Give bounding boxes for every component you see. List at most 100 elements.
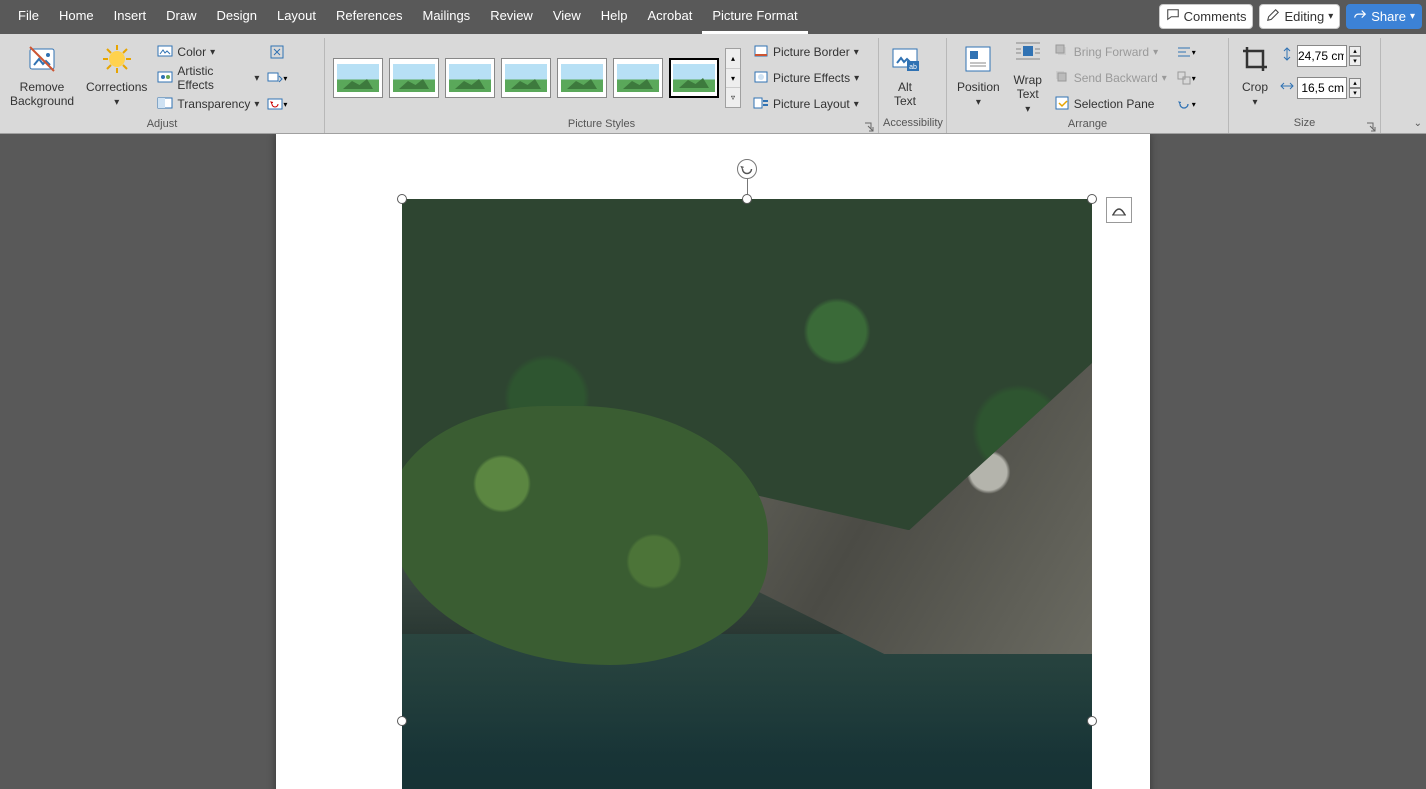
width-icon [1279, 78, 1295, 99]
compress-pictures-button[interactable] [265, 40, 289, 64]
picture-border-label: Picture Border [773, 45, 850, 59]
send-backward-icon [1054, 69, 1070, 88]
send-backward-button[interactable]: Send Backward ▾ [1052, 66, 1170, 90]
remove-background-label: Remove Background [10, 81, 74, 109]
align-button[interactable]: ▾ [1174, 40, 1198, 64]
picture-border-button[interactable]: Picture Border ▾ [751, 40, 867, 64]
handle-top-middle[interactable] [742, 194, 752, 204]
collapse-ribbon-button[interactable]: ⌄ [1414, 118, 1422, 129]
change-picture-button[interactable]: ▾ [265, 66, 289, 90]
rotation-handle[interactable] [737, 159, 757, 179]
corrections-icon [101, 43, 133, 79]
picture-style-6[interactable] [613, 58, 663, 98]
tab-home[interactable]: Home [49, 0, 104, 34]
picture-effects-button[interactable]: Picture Effects ▾ [751, 66, 867, 90]
chevron-down-icon: ▾ [210, 47, 215, 58]
group-label-picture-styles: Picture Styles [329, 118, 874, 132]
tab-design[interactable]: Design [207, 0, 267, 34]
transparency-button[interactable]: Transparency ▾ [155, 92, 261, 116]
transparency-icon [157, 95, 173, 114]
artistic-effects-label: Artistic Effects [177, 64, 250, 92]
group-label-adjust: Adjust [4, 118, 320, 132]
chevron-down-icon: ▾ [854, 73, 859, 84]
layout-options-icon [1110, 201, 1128, 219]
picture-style-1[interactable] [333, 58, 383, 98]
tab-layout[interactable]: Layout [267, 0, 326, 34]
chevron-down-icon: ▾ [1162, 73, 1167, 84]
tab-draw[interactable]: Draw [156, 0, 206, 34]
comments-button[interactable]: Comments [1159, 4, 1254, 29]
picture-style-4[interactable] [501, 58, 551, 98]
handle-middle-right[interactable] [1087, 716, 1097, 726]
tab-mailings[interactable]: Mailings [413, 0, 481, 34]
reset-picture-button[interactable]: ▾ [265, 92, 289, 116]
chevron-down-icon: ▾ [854, 47, 859, 58]
handle-top-right[interactable] [1087, 194, 1097, 204]
gallery-expand[interactable]: ▿ [726, 88, 740, 107]
width-up[interactable]: ▴ [1349, 78, 1361, 88]
gallery-scroll-up[interactable]: ▴ [726, 49, 740, 69]
picture-style-7[interactable] [669, 58, 719, 98]
corrections-button[interactable]: Corrections ▾ [80, 38, 153, 114]
crop-button[interactable]: Crop ▾ [1233, 38, 1277, 114]
remove-background-button[interactable]: Remove Background [4, 38, 80, 114]
shape-width-input[interactable] [1297, 77, 1347, 99]
handle-top-left[interactable] [397, 194, 407, 204]
group-picture-styles: ▴ ▾ ▿ Picture Border ▾ Picture Effects ▾ [325, 38, 879, 133]
chevron-down-icon: ▾ [1252, 97, 1257, 109]
tab-picture-format[interactable]: Picture Format [702, 0, 807, 34]
remove-background-icon [26, 43, 58, 79]
height-down[interactable]: ▾ [1349, 56, 1361, 66]
share-label: Share [1371, 9, 1406, 24]
comments-label: Comments [1184, 9, 1247, 24]
group-objects-button[interactable]: ▾ [1174, 66, 1198, 90]
group-adjust: Remove Background Corrections ▾ Color ▾ … [0, 38, 325, 133]
tab-acrobat[interactable]: Acrobat [638, 0, 703, 34]
picture-style-2[interactable] [389, 58, 439, 98]
tab-file[interactable]: File [8, 0, 49, 34]
alt-text-button[interactable]: ab Alt Text [883, 38, 927, 114]
height-up[interactable]: ▴ [1349, 46, 1361, 56]
chevron-down-icon: ▾ [1192, 74, 1196, 83]
tab-view[interactable]: View [543, 0, 591, 34]
size-dialog-launcher[interactable] [1366, 119, 1378, 131]
group-arrange: Position ▾ Wrap Text ▾ Bring Forward ▾ S… [947, 38, 1229, 133]
selected-picture[interactable] [402, 199, 1092, 789]
picture-style-5[interactable] [557, 58, 607, 98]
picture-styles-dialog-launcher[interactable] [864, 119, 876, 131]
selection-pane-button[interactable]: Selection Pane [1052, 92, 1170, 116]
tab-references[interactable]: References [326, 0, 412, 34]
share-button[interactable]: Share ▾ [1346, 4, 1422, 29]
gallery-scroll: ▴ ▾ ▿ [725, 48, 741, 108]
bring-forward-button[interactable]: Bring Forward ▾ [1052, 40, 1170, 64]
tab-review[interactable]: Review [480, 0, 543, 34]
picture-style-3[interactable] [445, 58, 495, 98]
wrap-text-button[interactable]: Wrap Text ▾ [1006, 38, 1050, 114]
layout-options-button[interactable] [1106, 197, 1132, 223]
document-page[interactable] [276, 134, 1150, 789]
color-button[interactable]: Color ▾ [155, 40, 261, 64]
corrections-label: Corrections [86, 81, 147, 95]
chevron-down-icon: ▾ [1328, 11, 1333, 22]
width-input-row: ▴▾ [1279, 76, 1361, 100]
rotate-icon [738, 160, 756, 178]
rotate-button[interactable]: ▾ [1174, 92, 1198, 116]
picture-content [402, 199, 1092, 789]
position-button[interactable]: Position ▾ [951, 38, 1006, 114]
width-down[interactable]: ▾ [1349, 88, 1361, 98]
wrap-text-icon [1012, 37, 1044, 73]
tab-help[interactable]: Help [591, 0, 638, 34]
editing-mode-button[interactable]: Editing ▾ [1259, 4, 1340, 29]
shape-height-input[interactable] [1297, 45, 1347, 67]
chevron-down-icon: ▾ [283, 74, 287, 83]
crop-label: Crop [1242, 81, 1268, 95]
document-area[interactable] [0, 134, 1426, 789]
artistic-effects-button[interactable]: Artistic Effects ▾ [155, 66, 261, 90]
handle-middle-left[interactable] [397, 716, 407, 726]
gallery-scroll-down[interactable]: ▾ [726, 69, 740, 89]
position-icon [962, 43, 994, 79]
send-backward-label: Send Backward [1074, 71, 1158, 85]
picture-effects-icon [753, 69, 769, 88]
tab-insert[interactable]: Insert [104, 0, 157, 34]
picture-layout-button[interactable]: Picture Layout ▾ [751, 92, 867, 116]
